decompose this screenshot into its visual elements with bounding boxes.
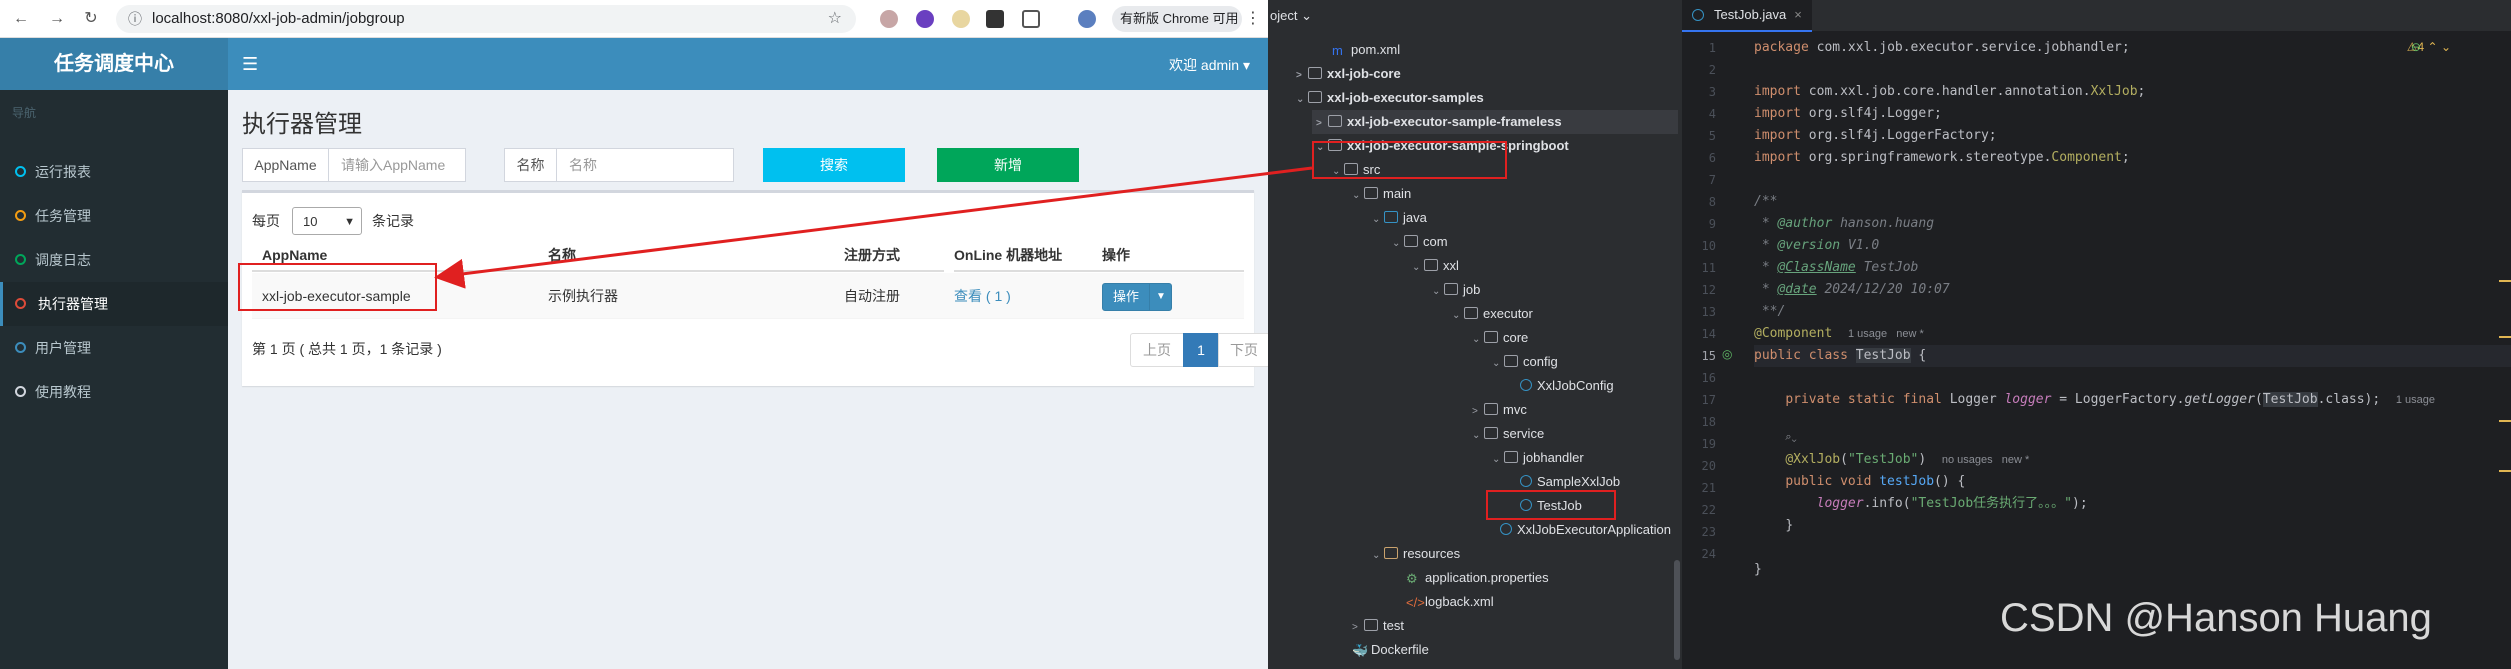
- watermark: CSDN @Hanson Huang: [2000, 596, 2432, 640]
- annotation-arrow: [434, 166, 1313, 289]
- screenshot-root: ← → ↻ ⓘ localhost:8080/xxl-job-admin/job…: [0, 0, 2511, 669]
- annotation-arrow-svg: [434, 166, 1313, 289]
